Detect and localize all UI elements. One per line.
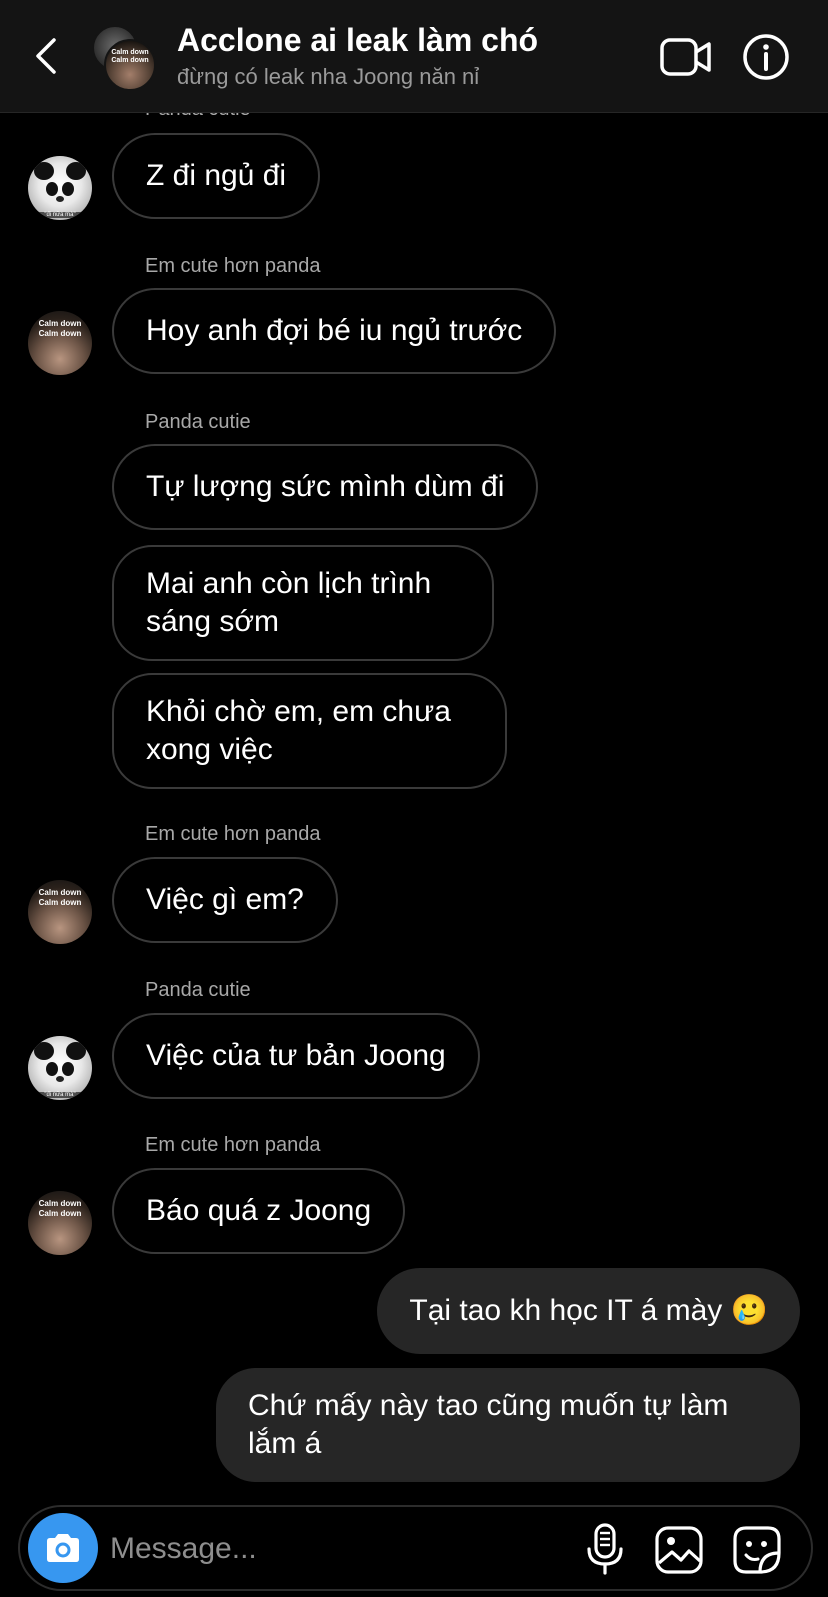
voice-message-button[interactable]: [580, 1523, 630, 1575]
sender-name: Panda cutie: [145, 979, 251, 1001]
sender-avatar-person[interactable]: Calm down Calm down: [28, 1191, 92, 1255]
avatar-caption: Calm down Calm down: [38, 888, 82, 907]
sender-name: Panda cutie: [145, 411, 251, 433]
info-button[interactable]: [742, 33, 790, 81]
message-bubble[interactable]: Z đi ngủ đi: [112, 133, 321, 219]
group-avatar[interactable]: Calm down Calm down: [92, 25, 158, 91]
message-bubble[interactable]: Tự lượng sức mình dùm đi: [112, 444, 539, 530]
microphone-icon: [587, 1523, 623, 1575]
message-bubble[interactable]: Mai anh còn lịch trình sáng sớm: [112, 545, 494, 661]
avatar-caption: "đi nữa mà": [28, 212, 92, 218]
message-bubble[interactable]: Khỏi chờ em, em chưa xong việc: [112, 673, 507, 789]
camera-button[interactable]: [28, 1513, 98, 1583]
avatar-caption: "đi nữa mà": [28, 1092, 92, 1098]
back-button[interactable]: [26, 30, 66, 82]
avatar-caption: Calm down Calm down: [38, 1199, 82, 1218]
message-bubble[interactable]: Việc của tư bản Joong: [112, 1013, 480, 1099]
sticker-icon: [733, 1526, 781, 1574]
message-bubble[interactable]: Hoy anh đợi bé iu ngủ trước: [112, 288, 557, 374]
camera-icon: [47, 1534, 79, 1562]
message-bubble[interactable]: Báo quá z Joong: [112, 1168, 406, 1254]
chat-header: Calm down Calm down Acclone ai leak làm …: [0, 0, 828, 113]
sender-avatar-panda[interactable]: "đi nữa mà": [28, 1036, 92, 1100]
avatar-caption: Calm down Calm down: [38, 319, 82, 338]
outgoing-message-bubble[interactable]: Tại tao kh học IT á mày 🥲: [377, 1268, 800, 1354]
group-avatar-front: Calm down Calm down: [104, 39, 156, 91]
info-icon: [743, 34, 789, 80]
sender-avatar-person[interactable]: Calm down Calm down: [28, 880, 92, 944]
chat-screen: Panda cutie Calm down Calm down Acclone …: [0, 0, 828, 1597]
message-input[interactable]: [110, 1529, 530, 1569]
sender-avatar-panda[interactable]: "đi nữa mà": [28, 156, 92, 220]
image-icon: [655, 1526, 703, 1574]
chat-subtitle: đừng có leak nha Joong năn nỉ: [177, 64, 480, 89]
message-bubble[interactable]: Việc gì em?: [112, 857, 338, 943]
sender-name: Em cute hơn panda: [145, 255, 321, 277]
sender-name: Em cute hơn panda: [145, 823, 321, 845]
sticker-button[interactable]: [732, 1525, 782, 1575]
sender-name: Em cute hơn panda: [145, 1134, 321, 1156]
gallery-button[interactable]: [654, 1525, 704, 1575]
video-camera-icon: [660, 38, 711, 76]
video-call-button[interactable]: [660, 36, 712, 78]
chevron-left-icon: [36, 38, 56, 74]
chat-title[interactable]: Acclone ai leak làm chó: [177, 22, 538, 59]
message-composer: [18, 1505, 813, 1591]
outgoing-message-bubble[interactable]: Chứ mấy này tao cũng muốn tự làm lắm á: [216, 1368, 800, 1482]
sender-avatar-person[interactable]: Calm down Calm down: [28, 311, 92, 375]
avatar-caption: Calm down Calm down: [111, 49, 149, 64]
